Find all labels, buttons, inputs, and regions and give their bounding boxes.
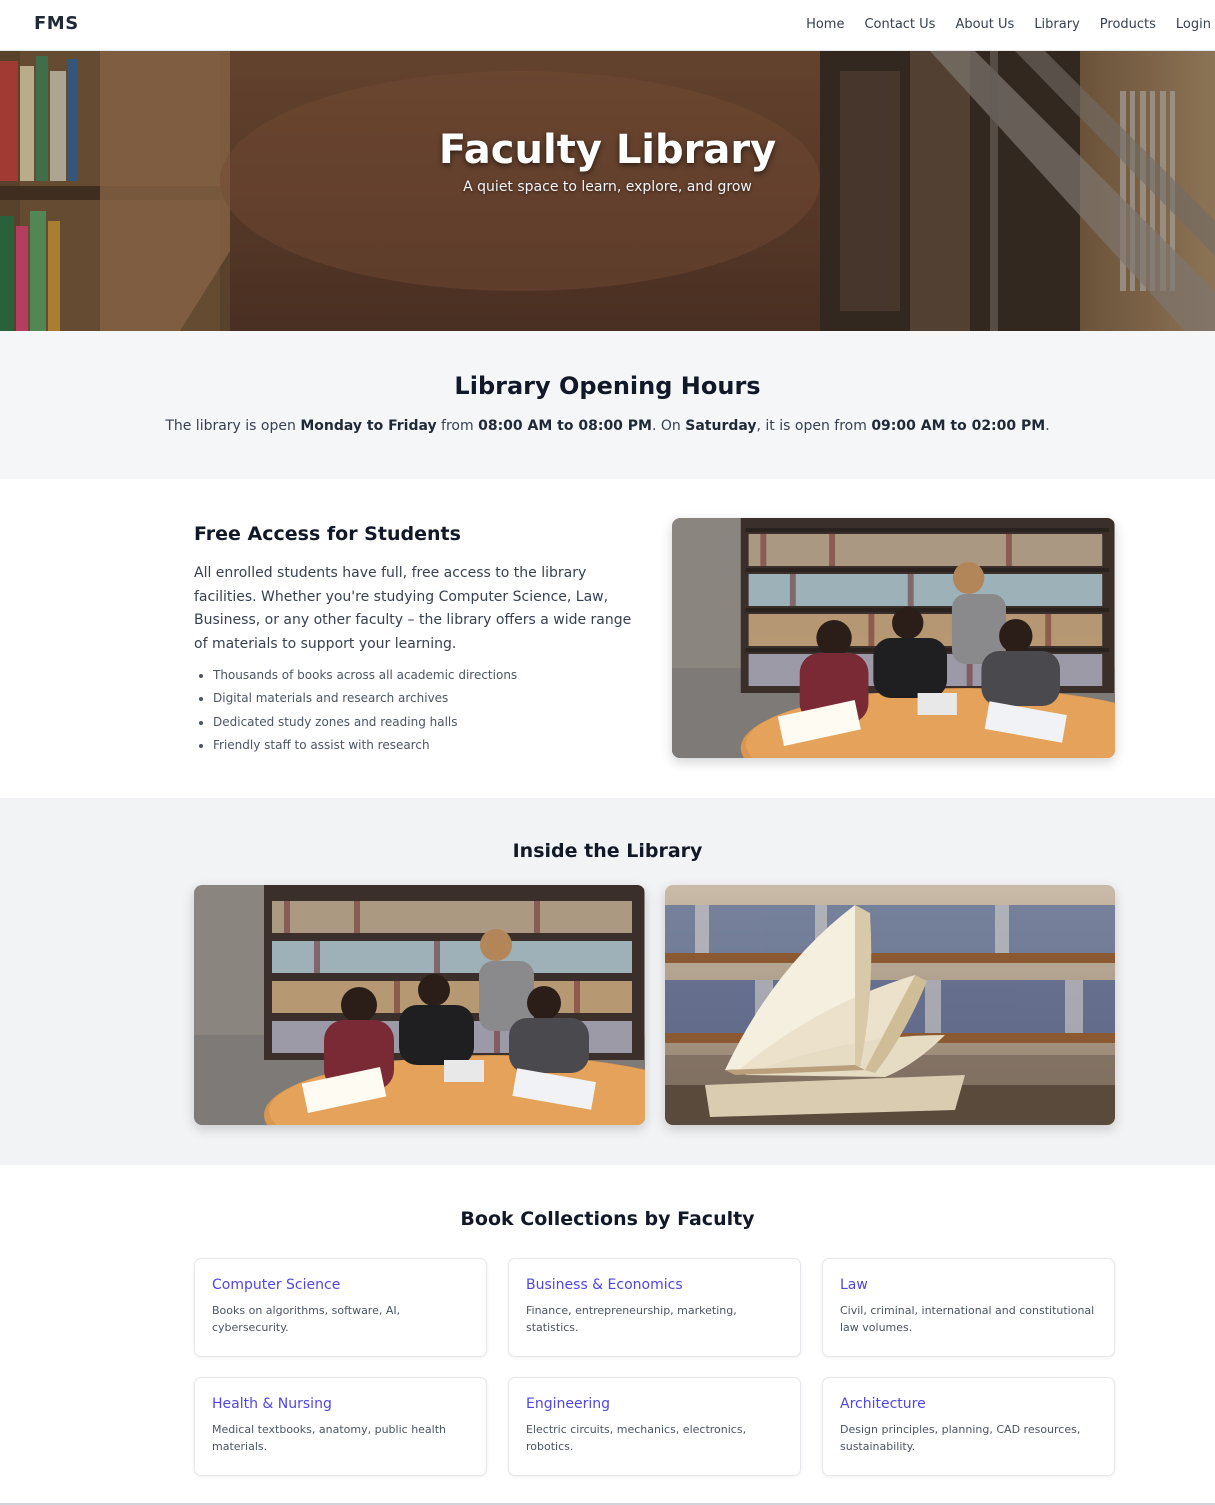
hours-text-part: . On (652, 418, 686, 434)
nav-link-contact-us[interactable]: Contact Us (864, 17, 935, 32)
inside-library-section: Inside the Library (0, 798, 1215, 1165)
book-collections-title: Book Collections by Faculty (460, 1208, 755, 1230)
students-photo-illustration (672, 518, 1115, 758)
book-collections-section: Book Collections by Faculty Computer Sci… (0, 1165, 1215, 1505)
opening-hours-text: The library is open Monday to Friday fro… (0, 418, 1215, 434)
collection-card-title: Business & Economics (526, 1277, 683, 1293)
hours-weekday-time: 08:00 AM to 08:00 PM (478, 418, 652, 434)
hours-text-part: The library is open (165, 418, 301, 434)
library-gallery-photo-open-book (665, 885, 1115, 1125)
nav-links: Home Contact Us About Us Library Product… (786, 17, 1211, 32)
hero-subtitle: A quiet space to learn, explore, and gro… (463, 179, 752, 195)
top-navbar: FMS Home Contact Us About Us Library Pro… (0, 0, 1215, 51)
list-item: Friendly staff to assist with research (213, 737, 643, 760)
collection-card-title: Architecture (840, 1396, 926, 1412)
collection-card-business-economics[interactable]: Business & Economics Finance, entreprene… (508, 1258, 801, 1357)
collection-card-description: Electric circuits, mechanics, electronic… (526, 1423, 747, 1453)
hours-saturday-time: 09:00 AM to 02:00 PM (871, 418, 1046, 434)
collection-card-description: Books on algorithms, software, AI, cyber… (212, 1304, 401, 1334)
collection-card-title: Computer Science (212, 1277, 341, 1293)
collection-card-title: Engineering (526, 1396, 610, 1412)
collection-card-engineering[interactable]: Engineering Electric circuits, mechanics… (508, 1377, 801, 1476)
open-book-photo-illustration (665, 885, 1115, 1125)
collection-card-description: Design principles, planning, CAD resourc… (840, 1423, 1081, 1453)
nav-link-home[interactable]: Home (806, 17, 844, 32)
hours-weekdays: Monday to Friday (300, 418, 437, 434)
collection-card-architecture[interactable]: Architecture Design principles, planning… (822, 1377, 1115, 1476)
collection-card-description: Medical textbooks, anatomy, public healt… (212, 1423, 447, 1453)
collection-card-title: Health & Nursing (212, 1396, 332, 1412)
hours-text-part: from (436, 418, 479, 434)
list-item: Digital materials and research archives (213, 690, 643, 713)
collection-card-description: Civil, criminal, international and const… (840, 1304, 1095, 1334)
hero-title: Faculty Library (438, 127, 777, 173)
collection-card-health-nursing[interactable]: Health & Nursing Medical textbooks, anat… (194, 1377, 487, 1476)
library-gallery-photo-students (194, 885, 645, 1125)
inside-library-title: Inside the Library (512, 840, 703, 862)
brand-logo[interactable]: FMS (34, 13, 79, 34)
hero-banner: Faculty Library A quiet space to learn, … (0, 51, 1215, 331)
free-access-section: Free Access for Students All enrolled st… (0, 479, 1215, 798)
opening-hours-section: Library Opening Hours The library is ope… (0, 331, 1215, 479)
opening-hours-title: Library Opening Hours (454, 372, 761, 400)
students-studying-photo (672, 518, 1115, 758)
list-item: Dedicated study zones and reading halls (213, 714, 643, 737)
free-access-description: All enrolled students have full, free ac… (194, 565, 632, 652)
collection-card-title: Law (840, 1277, 868, 1293)
hours-text-part: . (1045, 418, 1050, 434)
nav-link-login[interactable]: Login (1176, 17, 1211, 32)
collection-card-computer-science[interactable]: Computer Science Books on algorithms, so… (194, 1258, 487, 1357)
nav-link-library[interactable]: Library (1034, 17, 1079, 32)
collection-card-law[interactable]: Law Civil, criminal, international and c… (822, 1258, 1115, 1357)
list-item: Thousands of books across all academic d… (213, 667, 643, 690)
hours-text-part: , it is open from (756, 418, 872, 434)
nav-link-about-us[interactable]: About Us (955, 17, 1014, 32)
free-access-list: Thousands of books across all academic d… (213, 667, 643, 760)
collection-card-description: Finance, entrepreneurship, marketing, st… (526, 1304, 737, 1334)
hours-saturday: Saturday (685, 418, 757, 434)
students-photo-illustration (194, 885, 645, 1125)
free-access-title: Free Access for Students (194, 523, 461, 545)
nav-link-products[interactable]: Products (1100, 17, 1156, 32)
